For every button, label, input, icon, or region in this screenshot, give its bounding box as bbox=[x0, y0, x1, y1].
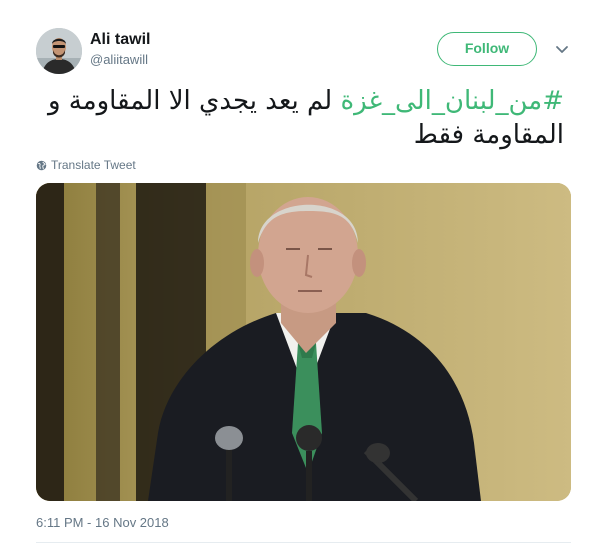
tweet-timestamp[interactable]: 6:11 PM - 16 Nov 2018 bbox=[36, 515, 169, 530]
divider bbox=[36, 542, 571, 543]
translate-tweet-link[interactable]: Translate Tweet bbox=[36, 158, 136, 172]
tweet-text: #من_لبنان_الى_غزة لم يعد يجدي الا المقاو… bbox=[36, 84, 564, 152]
follow-button[interactable]: Follow bbox=[437, 32, 537, 66]
chevron-down-icon[interactable] bbox=[554, 44, 570, 56]
avatar[interactable] bbox=[36, 28, 82, 74]
globe-icon bbox=[36, 160, 47, 170]
tweet-photo[interactable] bbox=[36, 183, 571, 501]
author-name[interactable]: Ali tawil bbox=[90, 31, 150, 49]
hashtag-link[interactable]: #من_لبنان_الى_غزة bbox=[340, 86, 564, 116]
author-handle[interactable]: @aliitawill bbox=[90, 52, 148, 67]
translate-label[interactable]: Translate Tweet bbox=[51, 158, 136, 172]
